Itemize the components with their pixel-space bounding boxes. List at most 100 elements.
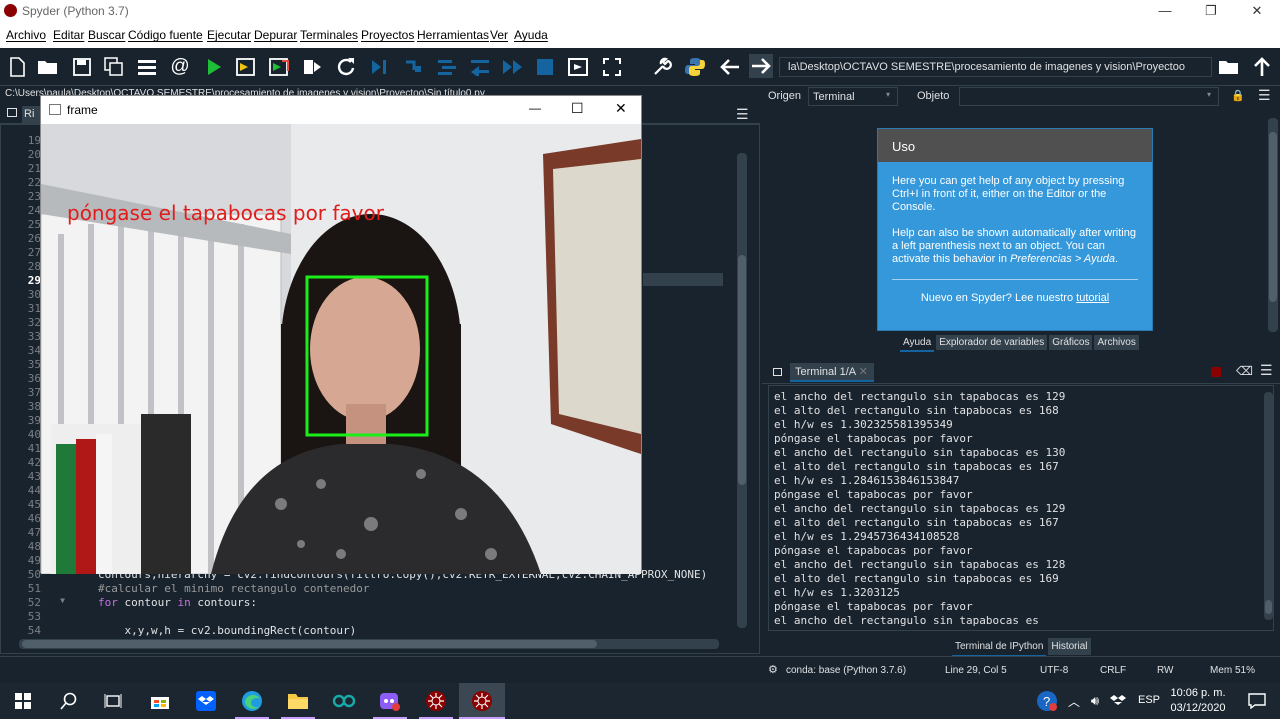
terminal-scrollbar[interactable] bbox=[1264, 392, 1273, 620]
menu-terminales[interactable]: Terminales bbox=[300, 28, 358, 42]
menu-editar[interactable]: Editar bbox=[53, 28, 84, 42]
object-dropdown-icon[interactable]: ▾ bbox=[1207, 90, 1211, 99]
frame-minimize-button[interactable]: — bbox=[529, 101, 541, 115]
terminal-output-line: el ancho del rectangulo sin tapabocas es… bbox=[774, 558, 1066, 571]
menu-depurar[interactable]: Depurar bbox=[254, 28, 297, 42]
language-indicator[interactable]: ESP bbox=[1138, 694, 1160, 706]
tab-explorador-variables[interactable]: Explorador de variables bbox=[936, 335, 1048, 350]
options-menu-icon[interactable]: ☰ bbox=[736, 106, 749, 123]
tab-historial[interactable]: Historial bbox=[1048, 638, 1091, 655]
file-explorer-icon[interactable] bbox=[275, 683, 321, 719]
help-tray-icon[interactable]: ? bbox=[1027, 683, 1067, 719]
stop-icon[interactable] bbox=[535, 57, 555, 77]
menu-codigo-fuente[interactable]: Código fuente bbox=[128, 28, 203, 42]
preferences-link[interactable]: Preferencias > Ayuda bbox=[1010, 253, 1115, 265]
discord-icon[interactable] bbox=[367, 683, 413, 719]
working-directory-input[interactable]: la\Desktop\OCTAVO SEMESTRE\procesamiento… bbox=[779, 57, 1212, 77]
origin-label: Origen bbox=[768, 90, 802, 102]
window-icon[interactable] bbox=[7, 108, 17, 117]
wrench-icon[interactable] bbox=[652, 57, 672, 77]
at-icon[interactable]: @ bbox=[170, 56, 190, 77]
eraser-icon[interactable]: ⌫ bbox=[1236, 364, 1253, 378]
menu-archivo[interactable]: Archivo bbox=[6, 28, 46, 42]
terminal-console[interactable]: el ancho del rectangulo sin tapabocas es… bbox=[768, 385, 1274, 631]
arduino-icon[interactable] bbox=[321, 683, 367, 719]
notifications-icon[interactable] bbox=[1234, 683, 1280, 719]
debug-icon[interactable] bbox=[369, 57, 389, 77]
menu-proyectos[interactable]: Proyectos bbox=[361, 28, 414, 42]
line-number: 50 bbox=[27, 568, 41, 581]
tab-ayuda[interactable]: Ayuda bbox=[900, 335, 935, 352]
conda-env: conda: base (Python 3.7.6) bbox=[786, 665, 907, 676]
tutorial-link[interactable]: tutorial bbox=[1076, 292, 1109, 304]
step-icon[interactable] bbox=[403, 57, 423, 77]
python-icon[interactable] bbox=[685, 57, 705, 77]
run-cell-icon[interactable] bbox=[236, 57, 256, 77]
step-return-icon[interactable] bbox=[469, 57, 489, 77]
clock[interactable]: 10:06 p. m. 03/12/2020 bbox=[1168, 686, 1228, 716]
editor-tab[interactable]: Ri bbox=[22, 106, 40, 124]
spyder-taskbar-icon[interactable] bbox=[413, 683, 459, 719]
continue-icon[interactable] bbox=[502, 57, 522, 77]
origin-dropdown-icon[interactable]: ▾ bbox=[886, 90, 890, 99]
line-number: 30 bbox=[27, 288, 41, 301]
help-options-icon[interactable]: ☰ bbox=[1258, 87, 1271, 104]
dropbox-icon[interactable] bbox=[183, 683, 229, 719]
opencv-frame-window[interactable]: frame — ☐ ✕ póngase el tapabocas por fav… bbox=[40, 95, 642, 574]
object-input[interactable] bbox=[959, 87, 1219, 106]
new-file-icon[interactable] bbox=[7, 57, 27, 77]
terminal-options-icon[interactable]: ☰ bbox=[1260, 362, 1273, 379]
maximize-pane-icon[interactable] bbox=[568, 57, 588, 77]
save-icon[interactable] bbox=[72, 57, 92, 77]
search-icon[interactable] bbox=[46, 683, 92, 719]
tab-graficos[interactable]: Gráficos bbox=[1049, 335, 1093, 350]
run-icon[interactable] bbox=[204, 57, 224, 77]
maximize-button[interactable]: ❐ bbox=[1188, 0, 1234, 22]
frame-maximize-button[interactable]: ☐ bbox=[571, 100, 584, 117]
windows-start-icon[interactable] bbox=[0, 683, 46, 719]
run-cell-advance-icon[interactable] bbox=[269, 57, 289, 77]
volume-icon[interactable]: 🔊︎ bbox=[1085, 683, 1105, 719]
spyder-frame-taskbar-icon[interactable] bbox=[459, 683, 505, 719]
fold-marker-icon[interactable]: ▼ bbox=[55, 596, 65, 605]
close-button[interactable]: ✕ bbox=[1234, 0, 1280, 22]
menu-ejecutar[interactable]: Ejecutar bbox=[207, 28, 251, 42]
dropbox-tray-icon[interactable] bbox=[1108, 683, 1128, 719]
line-number: 23 bbox=[27, 190, 41, 203]
line-number: 27 bbox=[27, 246, 41, 259]
rerun-icon[interactable] bbox=[336, 57, 356, 77]
tab-archivos[interactable]: Archivos bbox=[1094, 335, 1139, 350]
window-icon[interactable] bbox=[773, 368, 782, 376]
browse-folder-icon[interactable] bbox=[1218, 57, 1238, 77]
fullscreen-icon[interactable] bbox=[602, 57, 622, 77]
help-scrollbar[interactable] bbox=[1268, 118, 1278, 332]
save-all-icon[interactable] bbox=[104, 57, 124, 77]
parent-dir-icon[interactable] bbox=[1252, 57, 1272, 77]
editor-hscrollbar[interactable] bbox=[19, 639, 719, 649]
list-icon[interactable] bbox=[137, 57, 157, 77]
menu-ayuda[interactable]: Ayuda bbox=[514, 28, 548, 42]
minimize-button[interactable]: — bbox=[1142, 0, 1188, 22]
origin-select[interactable]: Terminal bbox=[808, 87, 898, 106]
back-arrow-icon[interactable] bbox=[720, 57, 740, 77]
edge-icon[interactable] bbox=[229, 683, 275, 719]
menu-ver[interactable]: Ver bbox=[490, 28, 508, 42]
code-line: for contour in contours: bbox=[98, 596, 257, 609]
frame-close-button[interactable]: ✕ bbox=[615, 100, 627, 117]
editor-vscrollbar[interactable] bbox=[737, 153, 747, 628]
tab-terminal-ipython[interactable]: Terminal de IPython bbox=[952, 638, 1047, 657]
menu-herramientas[interactable]: Herramientas bbox=[417, 28, 489, 42]
run-selection-icon[interactable] bbox=[302, 57, 322, 77]
store-icon[interactable] bbox=[137, 683, 183, 719]
line-number: 25 bbox=[27, 218, 41, 231]
step-into-icon[interactable] bbox=[436, 57, 456, 77]
open-file-icon[interactable] bbox=[37, 57, 57, 77]
stop-kernel-icon[interactable] bbox=[1211, 367, 1221, 377]
forward-arrow-icon[interactable] bbox=[749, 54, 773, 78]
menu-buscar[interactable]: Buscar bbox=[88, 28, 125, 42]
terminal-tab[interactable]: Terminal 1/A ✕ bbox=[790, 363, 874, 382]
task-view-icon[interactable] bbox=[90, 683, 136, 719]
close-tab-icon[interactable]: ✕ bbox=[859, 366, 868, 378]
lock-icon[interactable]: 🔒 bbox=[1231, 89, 1245, 102]
chevron-up-icon[interactable]: ︿ bbox=[1065, 683, 1083, 719]
